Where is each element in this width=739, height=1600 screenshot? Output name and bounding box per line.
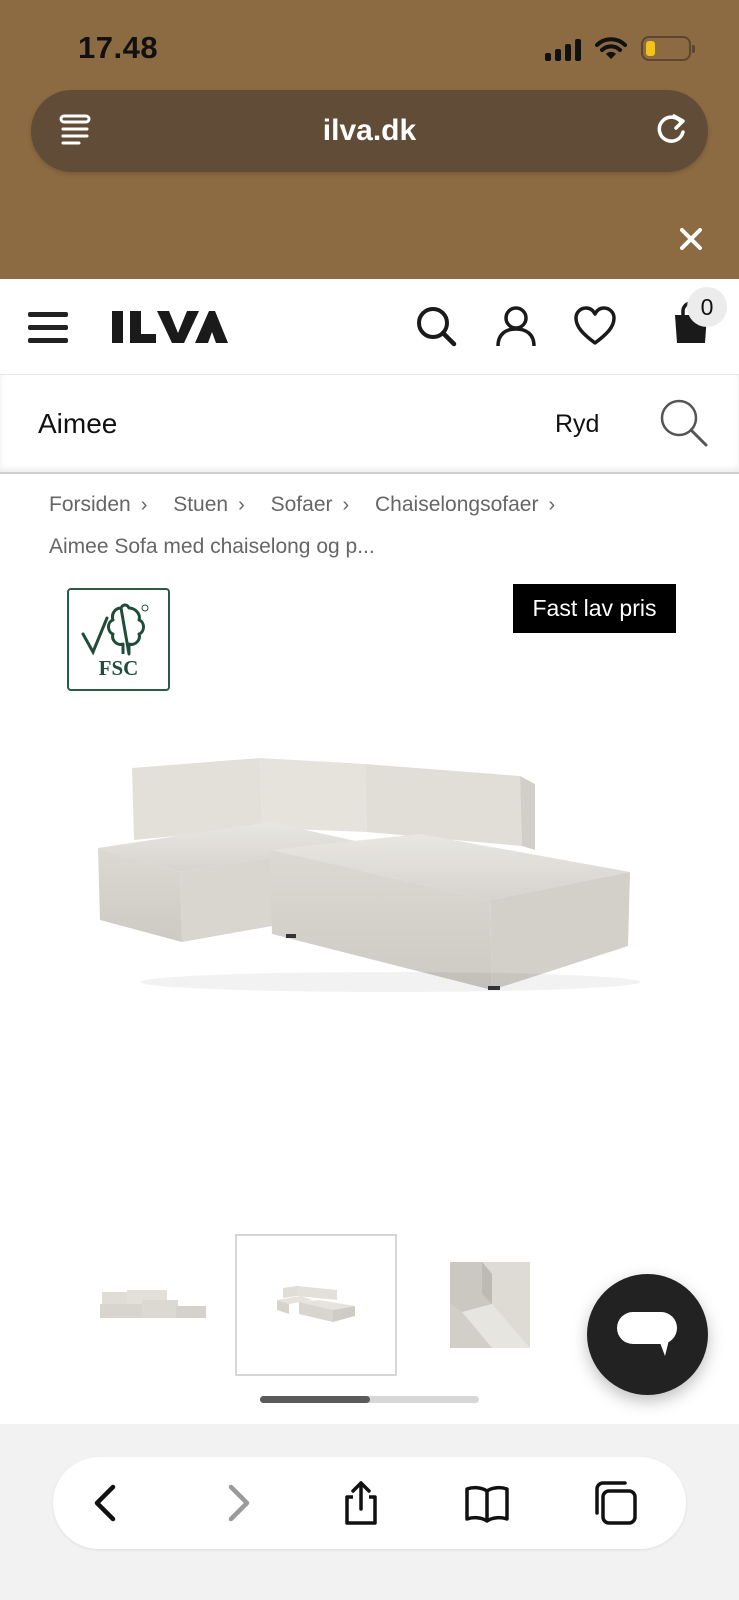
close-icon[interactable] [677,225,705,253]
browser-chrome: 17.48 ilva.dk [0,0,739,279]
share-icon[interactable] [337,1479,385,1527]
bookmarks-icon[interactable] [463,1479,511,1527]
breadcrumb-item[interactable]: Chaiselongsofaer [375,484,538,525]
gallery-thumbnail-selected[interactable] [235,1234,397,1376]
breadcrumb: Forsiden Stuen Sofaer Chaiselongsofaer A… [49,484,699,567]
reload-icon[interactable] [652,110,690,148]
gallery-scroll-indicator [260,1396,479,1403]
url-text[interactable]: ilva.dk [31,114,708,148]
status-time: 17.48 [78,30,159,65]
fsc-text: FSC [98,656,139,680]
status-icons [545,36,695,61]
gallery-thumbnail[interactable] [398,1234,560,1376]
product-image[interactable] [90,750,650,1020]
hamburger-icon[interactable] [28,312,68,344]
breadcrumb-item[interactable]: Forsiden [49,484,131,525]
breadcrumb-separator-icon [343,485,350,526]
browser-toolbar [0,1424,739,1600]
fsc-certification-logo: FSC [67,588,170,691]
ilva-logo[interactable] [110,305,228,349]
chat-bubble-icon [617,1312,677,1356]
breadcrumb-item[interactable]: Sofaer [271,484,333,525]
heart-icon[interactable] [573,304,617,348]
wifi-icon [595,36,627,59]
browser-toolbar-pill [53,1457,686,1549]
gallery-scroll-thumb [260,1396,370,1403]
breadcrumb-separator-icon [238,485,245,526]
search-icon[interactable] [414,304,458,348]
tree-check-icon [81,603,149,656]
breadcrumb-separator-icon [141,485,148,526]
breadcrumb-item[interactable]: Stuen [173,484,228,525]
search-icon[interactable] [658,397,710,449]
address-bar[interactable]: ilva.dk [31,90,708,172]
cart-count-badge[interactable]: 0 [687,287,727,327]
clear-search-button[interactable]: Ryd [555,410,599,439]
site-header: 0 [0,279,739,375]
user-icon[interactable] [494,304,538,348]
chat-button[interactable] [587,1274,708,1395]
search-bar: Aimee Ryd [0,375,739,474]
search-input[interactable]: Aimee [38,408,117,440]
tabs-icon[interactable] [591,1479,639,1527]
breadcrumb-current: Aimee Sofa med chaiselong og p... [49,535,375,558]
gallery-thumbnail[interactable] [72,1234,234,1376]
back-icon[interactable] [83,1479,131,1527]
cellular-signal-icon [545,37,581,61]
price-badge: Fast lav pris [513,584,676,633]
forward-icon[interactable] [213,1479,261,1527]
battery-icon [641,36,695,61]
breadcrumb-separator-icon [548,485,555,526]
